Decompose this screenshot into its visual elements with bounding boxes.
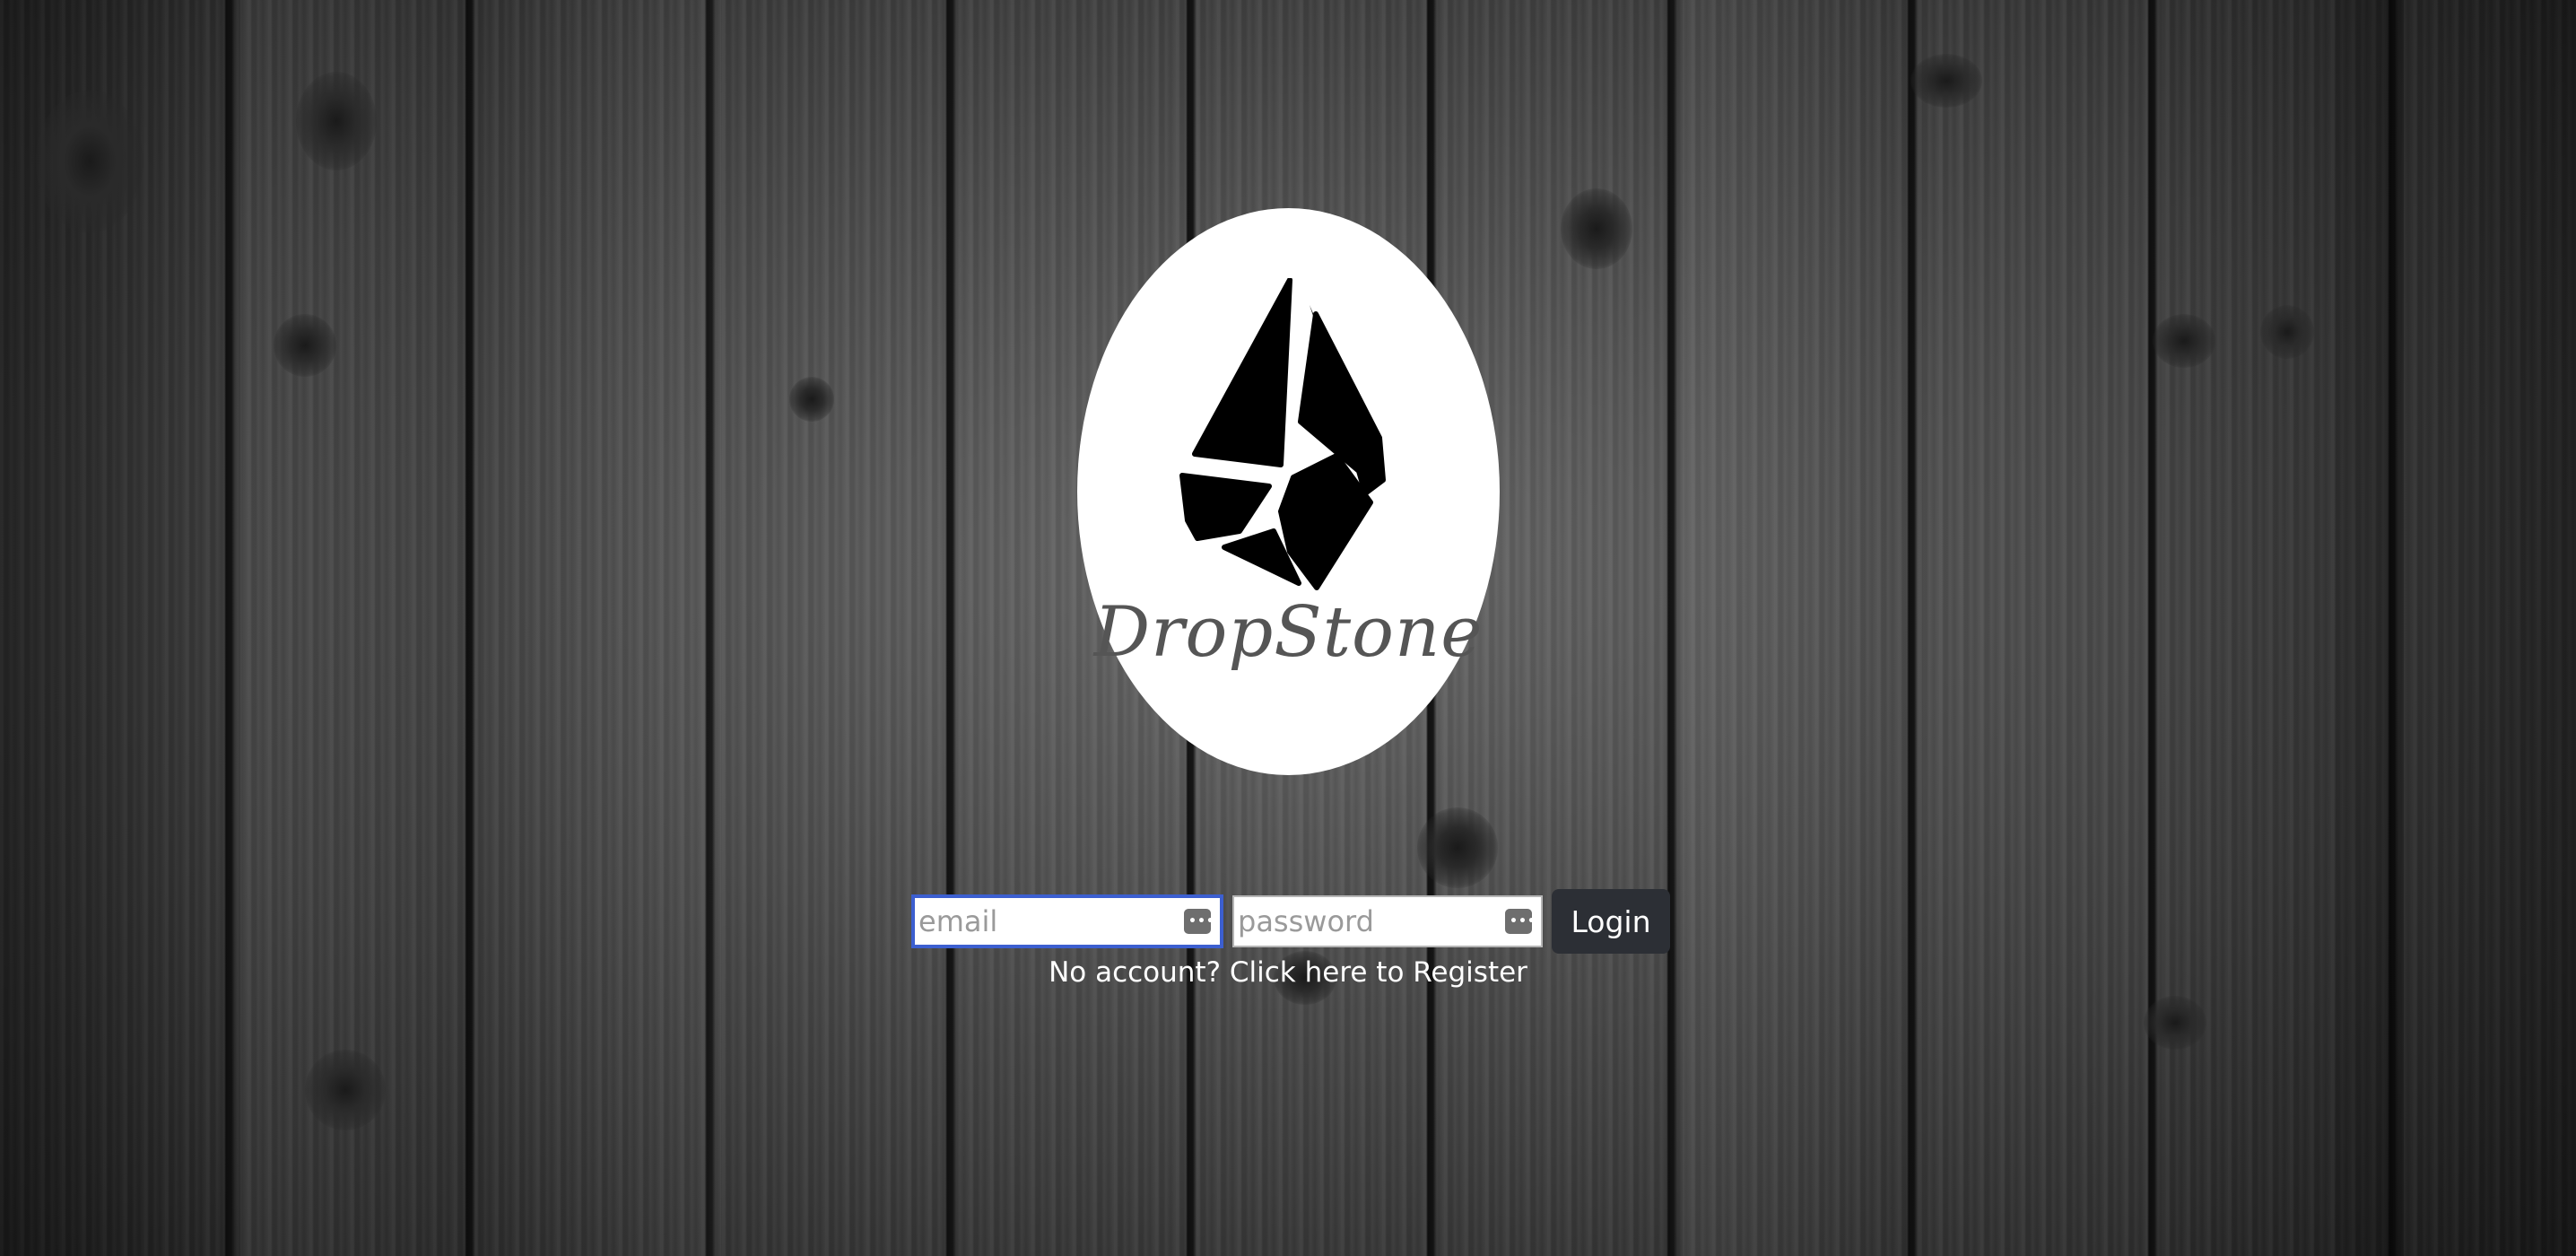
wood-plank (2336, 0, 2576, 1256)
wood-knot (274, 314, 336, 377)
wood-knot (1910, 54, 1982, 108)
password-input[interactable] (1234, 897, 1541, 946)
wood-knot (2260, 305, 2314, 359)
password-field-wrapper: ••• (1232, 895, 1543, 947)
wood-knot (1561, 188, 1632, 269)
key-dots-icon[interactable]: ••• (1184, 909, 1214, 934)
wood-plank (1683, 0, 1923, 1256)
wood-knot (1417, 807, 1498, 888)
brand-wordmark: DropStone (1093, 592, 1484, 673)
email-field-wrapper: ••• (911, 894, 1223, 948)
email-input[interactable] (915, 898, 1220, 945)
wood-knot (2144, 996, 2206, 1050)
register-link[interactable]: No account? Click here to Register (1019, 956, 1557, 989)
wood-knot (305, 1050, 386, 1130)
wood-knot (296, 72, 377, 170)
wood-knot (36, 90, 144, 233)
wood-plank (481, 0, 721, 1256)
wood-knot (789, 377, 834, 422)
key-dots-icon[interactable]: ••• (1505, 909, 1536, 934)
login-form: ••• ••• Login (911, 889, 1670, 954)
drop-stone-icon (1179, 278, 1386, 590)
login-page: DropStone ••• ••• Login No account? Clic… (0, 0, 2576, 1256)
wood-knot (2153, 314, 2215, 368)
login-button[interactable]: Login (1552, 889, 1670, 954)
